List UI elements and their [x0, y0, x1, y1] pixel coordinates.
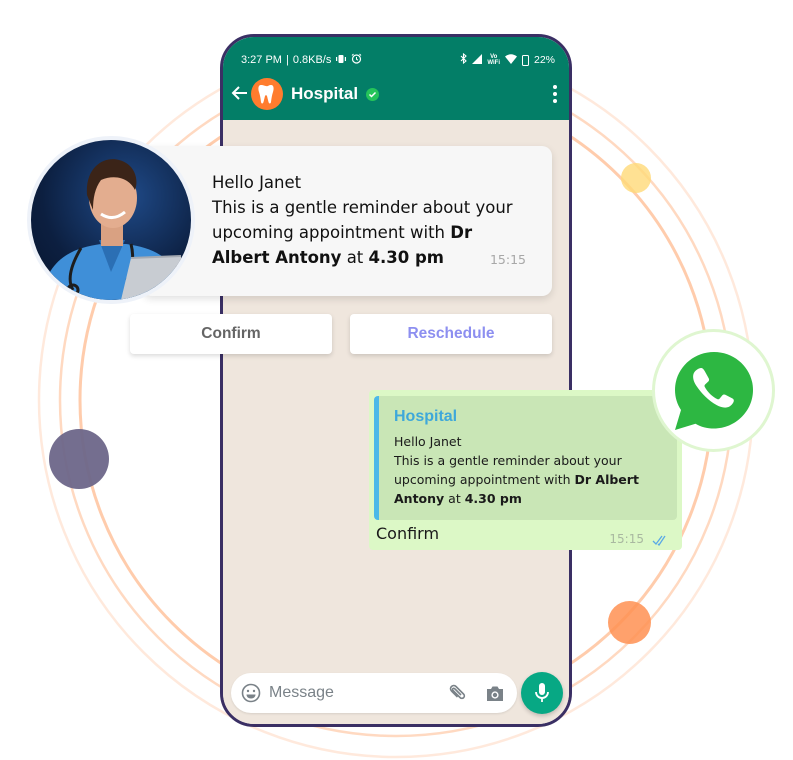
chat-title[interactable]: Hospital: [291, 84, 358, 104]
camera-icon[interactable]: [485, 685, 505, 702]
quoted-sender: Hospital: [394, 408, 458, 425]
doctor-illustration: [41, 159, 183, 300]
verified-check-icon: [366, 87, 380, 101]
message-input[interactable]: [269, 684, 447, 702]
status-separator: |: [285, 54, 289, 66]
reply-text: Confirm: [376, 524, 440, 543]
incoming-message-text: Hello Janet This is a gentle reminder ab…: [212, 170, 532, 270]
vowifi-bottom: WiFi: [487, 60, 500, 66]
decorative-dot-orange: [608, 601, 651, 644]
doctor-avatar: [27, 136, 195, 304]
more-vertical-icon[interactable]: [553, 85, 557, 103]
quoted-at: at: [444, 491, 465, 506]
wifi-icon: [504, 53, 517, 67]
double-check-read-icon: [652, 531, 668, 550]
alarm-icon: [351, 53, 362, 67]
decorative-dot-yellow: [621, 163, 651, 193]
whatsapp-logo-icon: [674, 351, 753, 430]
status-time: 3:27 PM: [241, 54, 282, 66]
back-arrow-icon[interactable]: [231, 84, 251, 104]
attach-icon[interactable]: [447, 683, 467, 703]
battery-icon: [521, 54, 529, 66]
outgoing-message: Hospital Hello Janet This is a gentle re…: [369, 390, 682, 550]
vowifi-indicator: Vo WiFi: [487, 54, 500, 66]
phone-frame: 3:27 PM | 0.8KB/s Vo WiFi 22% Hospital M…: [220, 34, 572, 727]
decorative-dot-purple: [49, 429, 109, 489]
battery-level: 22%: [533, 54, 555, 66]
microphone-icon: [535, 683, 549, 702]
emoji-icon[interactable]: [241, 683, 261, 703]
confirm-button[interactable]: Confirm: [130, 314, 332, 354]
quoted-appointment-time: 4.30 pm: [464, 491, 522, 506]
bluetooth-icon: [460, 52, 468, 67]
appointment-time: 4.30 pm: [368, 248, 444, 267]
title-bar: Hospital: [231, 77, 557, 111]
incoming-message: Hello Janet This is a gentle reminder ab…: [142, 146, 552, 296]
contact-avatar[interactable]: [251, 78, 283, 110]
reply-timestamp: 15:15: [609, 532, 644, 546]
tooth-icon: [258, 85, 274, 104]
signal-icon: [472, 53, 483, 67]
quoted-text: Hello Janet This is a gentle reminder ab…: [394, 432, 659, 508]
message-timestamp: 15:15: [489, 252, 526, 267]
vibrate-icon: [335, 54, 347, 67]
message-at: at: [341, 248, 369, 267]
reschedule-button[interactable]: Reschedule: [350, 314, 552, 354]
voice-record-button[interactable]: [521, 672, 563, 714]
quoted-body: This is a gentle reminder about your upc…: [394, 451, 659, 508]
quoted-greeting: Hello Janet: [394, 434, 462, 449]
chat-header: 3:27 PM | 0.8KB/s Vo WiFi 22% Hospital: [223, 37, 569, 120]
message-body: This is a gentle reminder about your upc…: [212, 195, 532, 270]
status-speed: 0.8KB/s: [292, 54, 332, 66]
message-greeting: Hello Janet: [212, 173, 302, 192]
quoted-message[interactable]: Hospital Hello Janet This is a gentle re…: [374, 396, 677, 520]
whatsapp-badge: [652, 329, 775, 452]
message-composer: [231, 673, 517, 713]
status-bar: 3:27 PM | 0.8KB/s Vo WiFi 22%: [241, 52, 555, 67]
